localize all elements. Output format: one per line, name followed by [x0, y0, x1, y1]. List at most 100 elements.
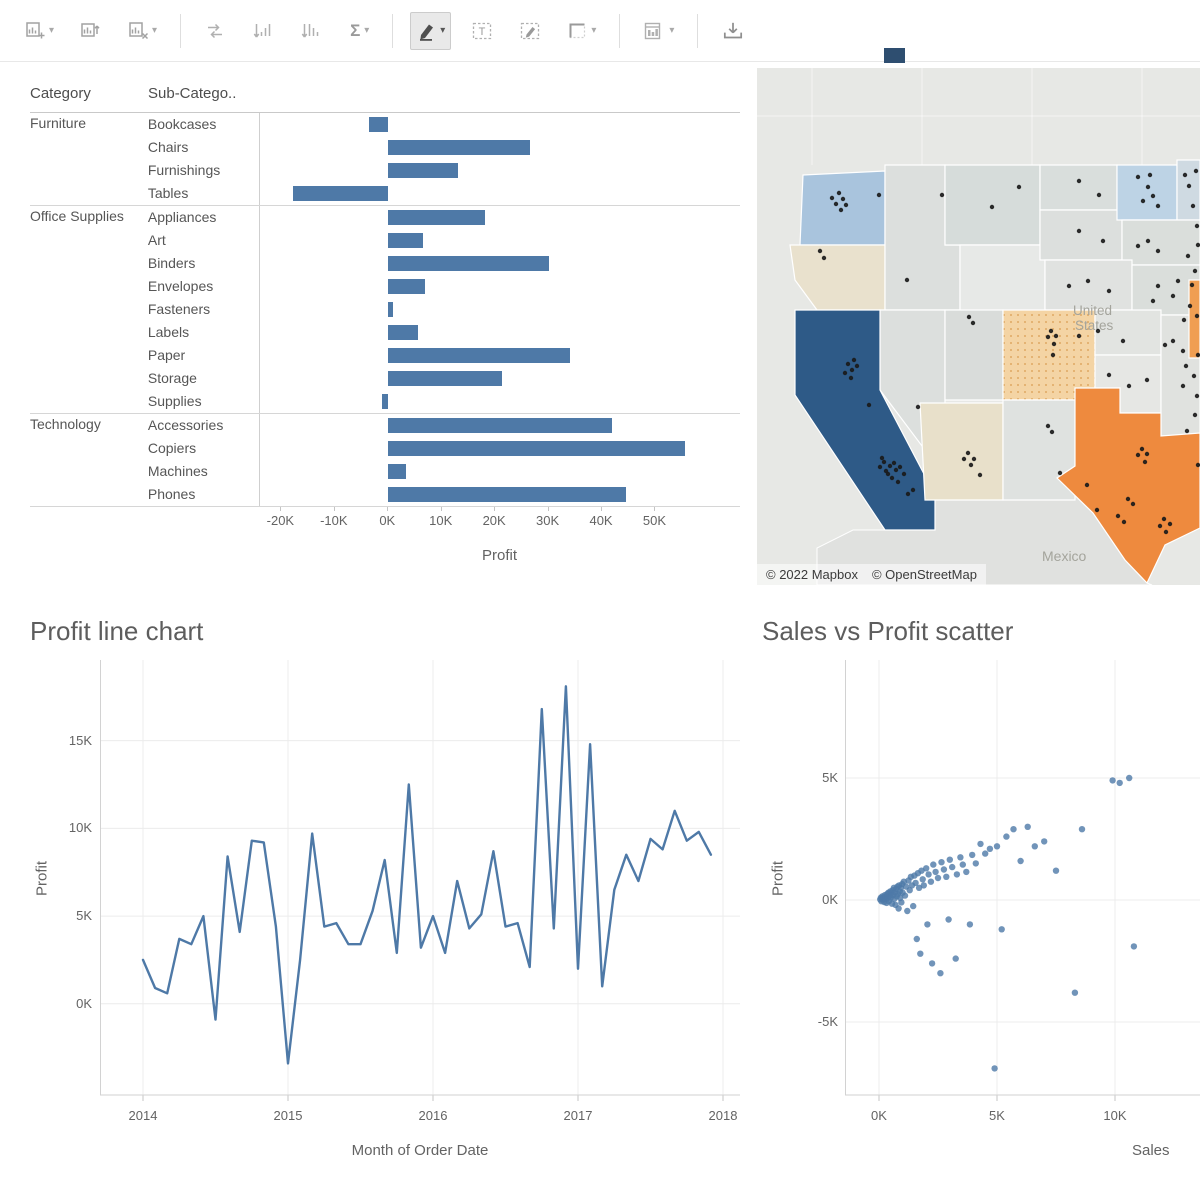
scatter-point[interactable]	[937, 970, 944, 977]
category-label[interactable]	[30, 321, 148, 344]
category-label[interactable]	[30, 460, 148, 483]
category-label[interactable]	[30, 159, 148, 182]
scatter-point[interactable]	[1078, 826, 1086, 833]
bar-mark[interactable]	[387, 210, 485, 225]
scatter-point[interactable]	[1052, 867, 1060, 874]
bar-mark[interactable]	[387, 233, 423, 248]
scatter-point[interactable]	[1116, 779, 1123, 787]
category-label[interactable]	[30, 437, 148, 460]
bar-mark[interactable]	[369, 117, 388, 132]
category-label[interactable]: Office Supplies	[30, 206, 148, 229]
category-label[interactable]	[30, 298, 148, 321]
openstreetmap-attribution-link[interactable]: © OpenStreetMap	[872, 567, 977, 582]
scatter-point[interactable]	[1071, 989, 1079, 996]
subcategory-label[interactable]: Machines	[148, 460, 259, 483]
subcategory-label[interactable]: Furnishings	[148, 159, 259, 182]
subcategory-label[interactable]: Paper	[148, 344, 259, 367]
scatter-point[interactable]	[932, 868, 939, 876]
scatter-point[interactable]	[949, 863, 956, 871]
state-south-dakota[interactable]	[1039, 209, 1123, 261]
bar-mark[interactable]	[387, 418, 613, 433]
sort-descending-button[interactable]	[294, 12, 328, 50]
state-illinois-sliver[interactable]	[1188, 279, 1200, 359]
annotate-button[interactable]	[513, 12, 547, 50]
sales-profit-scatter-chart[interactable]	[845, 660, 1200, 1102]
bar-mark[interactable]	[293, 186, 388, 201]
scatter-point[interactable]	[943, 873, 950, 880]
format-borders-button[interactable]: ▾	[561, 12, 602, 50]
scatter-point[interactable]	[924, 921, 931, 928]
text-object-button[interactable]: T	[465, 12, 499, 50]
subcategory-label[interactable]: Tables	[148, 182, 259, 205]
scatter-point[interactable]	[1041, 838, 1048, 845]
bar-mark[interactable]	[387, 256, 550, 271]
subcategory-label[interactable]: Fasteners	[148, 298, 259, 321]
scatter-point[interactable]	[986, 845, 994, 852]
scatter-point[interactable]	[934, 874, 942, 882]
bar-mark[interactable]	[387, 441, 686, 456]
scatter-point[interactable]	[977, 840, 984, 848]
subcategory-label[interactable]: Envelopes	[148, 275, 259, 298]
category-label[interactable]	[30, 182, 148, 205]
scatter-point[interactable]	[913, 935, 920, 943]
category-label[interactable]: Technology	[30, 414, 148, 437]
bar-mark[interactable]	[387, 325, 418, 340]
scatter-point[interactable]	[940, 866, 948, 873]
scatter-point[interactable]	[1031, 843, 1038, 850]
bar-mark[interactable]	[387, 302, 394, 317]
scatter-point[interactable]	[1003, 833, 1010, 840]
subcategory-label[interactable]: Storage	[148, 367, 259, 390]
category-label[interactable]	[30, 229, 148, 252]
profit-line-chart[interactable]	[100, 660, 740, 1102]
category-label[interactable]	[30, 275, 148, 298]
scatter-point[interactable]	[928, 960, 936, 967]
refresh-worksheet-button[interactable]	[74, 12, 108, 50]
scatter-point[interactable]	[923, 865, 930, 872]
scatter-point[interactable]	[904, 907, 911, 915]
scatter-point[interactable]	[901, 892, 909, 899]
scatter-point[interactable]	[927, 878, 935, 885]
scatter-point[interactable]	[972, 860, 979, 867]
scatter-point[interactable]	[919, 876, 926, 883]
state-north-dakota[interactable]	[1039, 164, 1118, 211]
scatter-point[interactable]	[938, 859, 945, 866]
add-worksheet-button[interactable]: ▾	[19, 12, 60, 50]
scatter-point[interactable]	[930, 861, 937, 868]
profit-line-mark[interactable]	[141, 685, 713, 1065]
scatter-point[interactable]	[953, 871, 961, 878]
scatter-point[interactable]	[959, 861, 966, 868]
subcategory-label[interactable]: Labels	[148, 321, 259, 344]
scatter-point[interactable]	[925, 871, 932, 878]
scatter-point[interactable]	[895, 905, 902, 912]
scatter-point[interactable]	[946, 856, 953, 863]
scatter-point[interactable]	[1126, 774, 1133, 782]
category-label[interactable]: Furniture	[30, 113, 148, 136]
bar-mark[interactable]	[387, 348, 570, 363]
scatter-point[interactable]	[966, 921, 974, 928]
bar-mark[interactable]	[381, 394, 388, 409]
category-label[interactable]	[30, 136, 148, 159]
bar-mark[interactable]	[387, 279, 426, 294]
scatter-point[interactable]	[969, 851, 976, 859]
scatter-point[interactable]	[898, 899, 905, 906]
scatter-point[interactable]	[993, 843, 1001, 850]
sort-ascending-button[interactable]	[246, 12, 280, 50]
scatter-point[interactable]	[1024, 823, 1031, 830]
clear-worksheet-button[interactable]: ▾	[122, 12, 163, 50]
scatter-point[interactable]	[998, 926, 1005, 933]
scatter-point[interactable]	[945, 916, 952, 923]
subcategory-label[interactable]: Accessories	[148, 414, 259, 437]
bar-mark[interactable]	[387, 371, 502, 386]
category-label[interactable]	[30, 367, 148, 390]
state-arizona[interactable]	[919, 402, 1004, 501]
scatter-point[interactable]	[910, 902, 917, 910]
swap-axes-button[interactable]	[198, 12, 232, 50]
subcategory-label[interactable]: Chairs	[148, 136, 259, 159]
scatter-point[interactable]	[957, 854, 964, 861]
scatter-point[interactable]	[920, 882, 927, 889]
subcategory-label[interactable]: Copiers	[148, 437, 259, 460]
scatter-point[interactable]	[1109, 777, 1116, 784]
category-label[interactable]	[30, 252, 148, 275]
subcategory-label[interactable]: Art	[148, 229, 259, 252]
subcategory-label[interactable]: Supplies	[148, 390, 259, 413]
